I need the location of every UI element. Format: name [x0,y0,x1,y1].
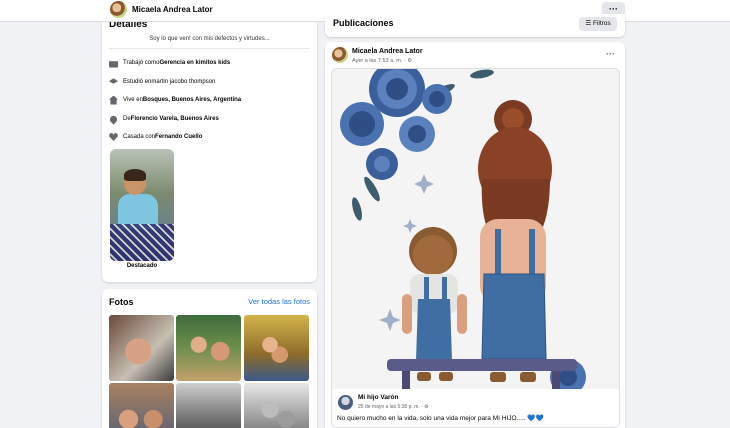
bio-text: Soy lo que ven! con mis defectos y virtu… [149,36,270,42]
mother-son-illustration [340,69,586,395]
info-work-link[interactable]: Gerencia en kimitos kids [159,60,230,66]
photo-thumbnail[interactable] [176,315,241,381]
shared-post-timestamp[interactable]: 25 de mayo a las 5:38 p. m. · ⚙ [358,404,429,410]
publications-title: Publicaciones [333,18,394,28]
divider [109,48,310,49]
info-work-pre: Trabajó como [123,60,160,66]
profile-avatar[interactable] [110,1,127,18]
photo-thumbnail[interactable] [109,315,174,381]
info-from: De Florencio Varela, Buenos Aires [108,113,219,125]
info-from-link[interactable]: Florencio Varela, Buenos Aires [131,116,219,122]
shared-page-avatar[interactable] [338,395,353,410]
shared-post[interactable]: Mi hijo Varón 25 de mayo a las 5:38 p. m… [331,68,620,428]
shared-post-meta: Mi hijo Varón 25 de mayo a las 5:38 p. m… [332,389,619,427]
info-education: Estudió en martin jacobo thompson [109,77,215,87]
see-all-photos-link[interactable]: Ver todas las fotos [248,297,310,306]
shared-post-illustration[interactable] [332,69,619,395]
publications-header: Publicaciones ☰ Filtros [325,14,625,37]
info-education-pre: Estudió en [123,79,152,85]
featured-story-thumbnail[interactable] [110,149,174,261]
shared-post-caption: No quiero mucho en la vida, solo una vid… [337,415,526,422]
post-timestamp[interactable]: Ayer a las 7:53 a. m. · ⚙ [352,58,412,64]
info-relationship: Casada con Fernando Cuello [109,132,202,142]
photo-thumbnail[interactable] [244,315,309,381]
featured-blanket [110,224,174,261]
profile-name[interactable]: Micaela Andrea Lator [132,5,213,14]
info-lives-in: Vive en Bosques, Buenos Aires, Argentina [109,95,241,105]
shared-post-text: No quiero mucho en la vida, solo una vid… [337,414,544,422]
post-more-button[interactable]: ··· [606,49,615,59]
info-lives-pre: Vive en [123,97,143,103]
featured-label[interactable]: Destacado [110,263,174,269]
briefcase-icon [109,61,118,68]
filters-button[interactable]: ☰ Filtros [579,17,617,31]
filters-label: Filtros [592,20,611,27]
location-pin-icon [108,113,119,125]
photo-thumbnail[interactable] [244,383,309,428]
info-relationship-pre: Casada con [123,134,156,140]
info-work: Trabajó como Gerencia en kimitos kids [109,58,230,68]
photos-title: Fotos [109,297,134,307]
info-relationship-link[interactable]: Fernando Cuello [155,134,202,140]
heart-icon [109,132,118,142]
post-author-avatar[interactable] [332,47,348,63]
blue-heart-emoji: 💙💙 [527,415,544,422]
info-education-link[interactable]: martin jacobo thompson [151,79,215,85]
featured-child-hair [124,169,146,181]
details-title: Detalles [109,22,148,30]
info-lives-link[interactable]: Bosques, Buenos Aires, Argentina [143,97,241,103]
graduation-cap-icon [109,78,118,84]
photo-thumbnail[interactable] [176,383,241,428]
post-author-name[interactable]: Micaela Andrea Lator [352,48,423,55]
photo-thumbnail[interactable] [109,383,174,428]
house-icon [109,95,118,105]
shared-page-name[interactable]: Mi hijo Varón [358,394,398,401]
info-from-pre: De [123,116,131,122]
